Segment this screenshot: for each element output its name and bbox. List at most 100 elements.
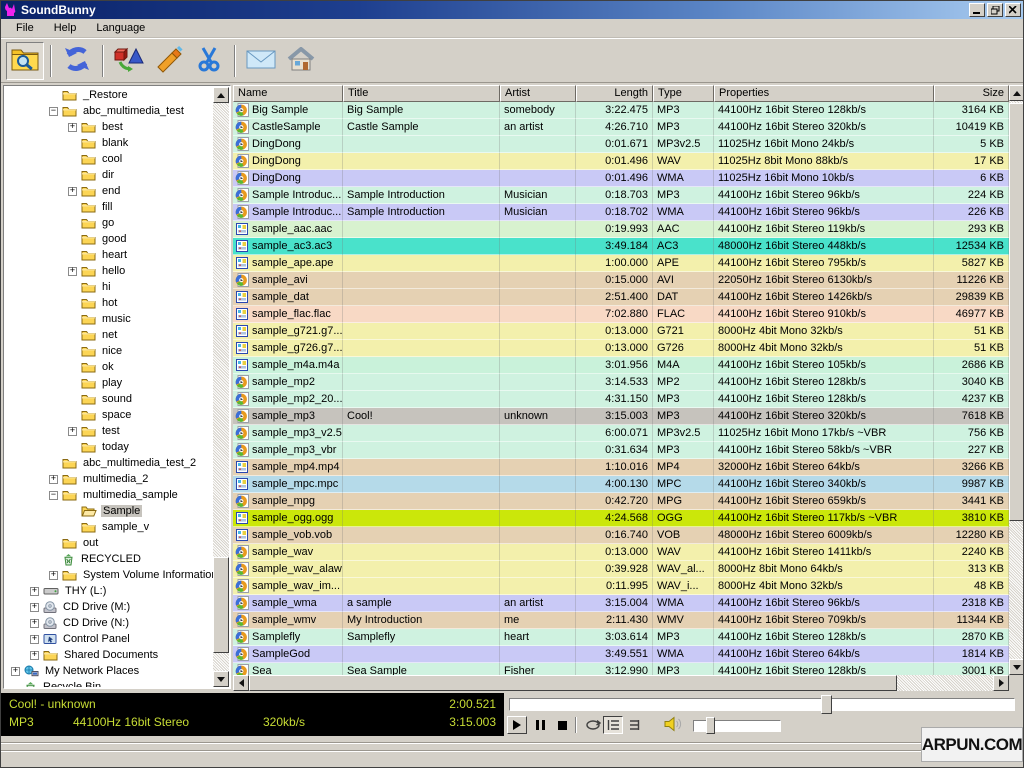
table-row[interactable]: sample_wmv My Introduction me 2:11.430 WMV 44…	[233, 612, 1009, 629]
tree-item-sample-v[interactable]: sample_v	[5, 519, 213, 535]
restore-button[interactable]	[987, 3, 1003, 17]
expand-icon[interactable]: +	[30, 634, 39, 644]
browse-folder-button[interactable]	[6, 41, 44, 80]
repeat-one-toggle[interactable]	[583, 716, 603, 734]
tree-item-abc-multimedia-test[interactable]: − abc_multimedia_test	[5, 103, 213, 119]
tree-item-end[interactable]: + end	[5, 183, 213, 199]
seek-slider[interactable]	[509, 698, 1015, 711]
expand-icon[interactable]: +	[68, 122, 77, 132]
collapse-icon[interactable]: −	[49, 490, 58, 500]
tree-item-best[interactable]: + best	[5, 119, 213, 135]
table-row-selected[interactable]: sample_mp3 Cool! unknown 3:15.003 MP3 44100Hz…	[233, 408, 1009, 425]
volume-slider-thumb[interactable]	[706, 717, 715, 734]
seek-slider-thumb[interactable]	[821, 695, 832, 714]
menu-help[interactable]: Help	[45, 20, 86, 36]
expand-icon[interactable]: +	[49, 570, 58, 580]
table-row[interactable]: sample_g726.g7... 0:13.000 G726 8000Hz 4bit…	[233, 340, 1009, 357]
list-scroll-down-button[interactable]	[1009, 659, 1023, 675]
sequential-list-toggle[interactable]	[623, 716, 643, 734]
tree-item-cool[interactable]: cool	[5, 151, 213, 167]
tree-item-system-volume-information[interactable]: + System Volume Information	[5, 567, 213, 583]
tree-item-cd-drive-m-[interactable]: + CD Drive (M:)	[5, 599, 213, 615]
tree-item-hot[interactable]: hot	[5, 295, 213, 311]
table-row[interactable]: sample_vob.vob 0:16.740 VOB 48000Hz 16bit S…	[233, 527, 1009, 544]
table-row[interactable]: Big Sample Big Sample somebody 3:22.475 MP3 4…	[233, 102, 1009, 119]
table-row[interactable]: sample_aac.aac 0:19.993 AAC 44100Hz 16bit S…	[233, 221, 1009, 238]
column-header-size[interactable]: Size	[934, 85, 1009, 102]
list-hscroll-thumb[interactable]	[249, 675, 897, 691]
tree-item-nice[interactable]: nice	[5, 343, 213, 359]
expand-icon[interactable]: +	[30, 650, 39, 660]
tree-item-fill[interactable]: fill	[5, 199, 213, 215]
table-row[interactable]: sample_mp2_20... 4:31.150 MP3 44100Hz 16bit…	[233, 391, 1009, 408]
tree-item-play[interactable]: play	[5, 375, 213, 391]
table-row[interactable]: sample_ac3.ac3 3:49.184 AC3 48000Hz 16bit S…	[233, 238, 1009, 255]
tree-item-good[interactable]: good	[5, 231, 213, 247]
list-scroll-left-button[interactable]	[233, 675, 249, 691]
table-row[interactable]: sample_mpc.mpc 4:00.130 MPC 44100Hz 16bit S…	[233, 476, 1009, 493]
tree-item-dir[interactable]: dir	[5, 167, 213, 183]
tree-item-out[interactable]: out	[5, 535, 213, 551]
tree-item-ok[interactable]: ok	[5, 359, 213, 375]
tree-item-hello[interactable]: + hello	[5, 263, 213, 279]
minimize-button[interactable]	[969, 3, 985, 17]
column-header-artist[interactable]: Artist	[500, 85, 576, 102]
expand-icon[interactable]: +	[68, 186, 77, 196]
table-row[interactable]: Sea Sea Sample Fisher 3:12.990 MP3 44100Hz 16…	[233, 663, 1009, 675]
table-row[interactable]: sample_wav 0:13.000 WAV 44100Hz 16bit Stere…	[233, 544, 1009, 561]
expand-icon[interactable]: +	[30, 586, 39, 596]
expand-icon[interactable]: +	[30, 618, 39, 628]
play-button[interactable]	[507, 716, 527, 734]
refresh-button[interactable]	[58, 42, 96, 80]
tree-item-multimedia-2[interactable]: + multimedia_2	[5, 471, 213, 487]
table-row[interactable]: sample_wma a sample an artist 3:15.004 WMA 44…	[233, 595, 1009, 612]
glue-button[interactable]	[150, 42, 188, 80]
cut-button[interactable]	[190, 42, 228, 80]
tree-item-my-network-places[interactable]: + My Network Places	[5, 663, 213, 679]
list-vertical-scrollbar[interactable]	[1009, 85, 1023, 675]
table-row[interactable]: sample_ogg.ogg 4:24.568 OGG 44100Hz 16bit S…	[233, 510, 1009, 527]
tree-item-today[interactable]: today	[5, 439, 213, 455]
menu-language[interactable]: Language	[87, 20, 154, 36]
table-row[interactable]: CastleSample Castle Sample an artist 4:26.7…	[233, 119, 1009, 136]
tree-item-music[interactable]: music	[5, 311, 213, 327]
table-row[interactable]: SampleGod 3:49.551 WMA 44100Hz 16bit Stereo…	[233, 646, 1009, 663]
table-row[interactable]: sample_ape.ape 1:00.000 APE 44100Hz 16bit S…	[233, 255, 1009, 272]
tree-item-shared-documents[interactable]: + Shared Documents	[5, 647, 213, 663]
tree-scrollbar[interactable]	[213, 87, 229, 687]
table-row[interactable]: sample_dat 2:51.400 DAT 44100Hz 16bit Stere…	[233, 289, 1009, 306]
tree-scroll-down-button[interactable]	[213, 671, 229, 687]
table-row[interactable]: sample_m4a.m4a 3:01.956 M4A 44100Hz 16bit S…	[233, 357, 1009, 374]
mail-button[interactable]	[242, 42, 280, 80]
pause-button[interactable]	[530, 716, 550, 734]
expand-icon[interactable]: +	[68, 426, 77, 436]
table-row[interactable]: Sample Introduc... Sample Introduction Mus…	[233, 204, 1009, 221]
list-scroll-right-button[interactable]	[993, 675, 1009, 691]
table-row[interactable]: sample_mp3_v2.5 6:00.071 MP3v2.5 11025Hz 16…	[233, 425, 1009, 442]
table-row[interactable]: DingDong 0:01.496 WMA 11025Hz 16bit Mono 10…	[233, 170, 1009, 187]
repeat-list-toggle[interactable]	[603, 716, 623, 734]
list-scroll-thumb[interactable]	[1009, 103, 1023, 521]
expand-icon[interactable]: +	[30, 602, 39, 612]
list-horizontal-scrollbar[interactable]	[233, 675, 1009, 691]
column-header-title[interactable]: Title	[343, 85, 500, 102]
table-row[interactable]: Samplefly Samplefly heart 3:03.614 MP3 44100H…	[233, 629, 1009, 646]
table-row[interactable]: sample_wav_im... 0:11.995 WAV_i... 8000Hz 4…	[233, 578, 1009, 595]
tree-item-blank[interactable]: blank	[5, 135, 213, 151]
tree-item-multimedia-sample[interactable]: − multimedia_sample	[5, 487, 213, 503]
close-button[interactable]	[1005, 3, 1021, 17]
table-row[interactable]: sample_mp4.mp4 1:10.016 MP4 32000Hz 16bit S…	[233, 459, 1009, 476]
column-header-properties[interactable]: Properties	[714, 85, 934, 102]
table-row[interactable]: sample_mpg 0:42.720 MPG 44100Hz 16bit Stere…	[233, 493, 1009, 510]
tree-item-sound[interactable]: sound	[5, 391, 213, 407]
speaker-icon[interactable]	[663, 715, 683, 733]
tree-item-net[interactable]: net	[5, 327, 213, 343]
tree-scroll-up-button[interactable]	[213, 87, 229, 103]
tree-item-cd-drive-n-[interactable]: + CD Drive (N:)	[5, 615, 213, 631]
column-header-type[interactable]: Type	[653, 85, 714, 102]
tree-item-space[interactable]: space	[5, 407, 213, 423]
table-row[interactable]: DingDong 0:01.671 MP3v2.5 11025Hz 16bit Mon…	[233, 136, 1009, 153]
stop-button[interactable]	[552, 716, 572, 734]
tree-scroll-thumb[interactable]	[213, 557, 229, 653]
tree-item-heart[interactable]: heart	[5, 247, 213, 263]
